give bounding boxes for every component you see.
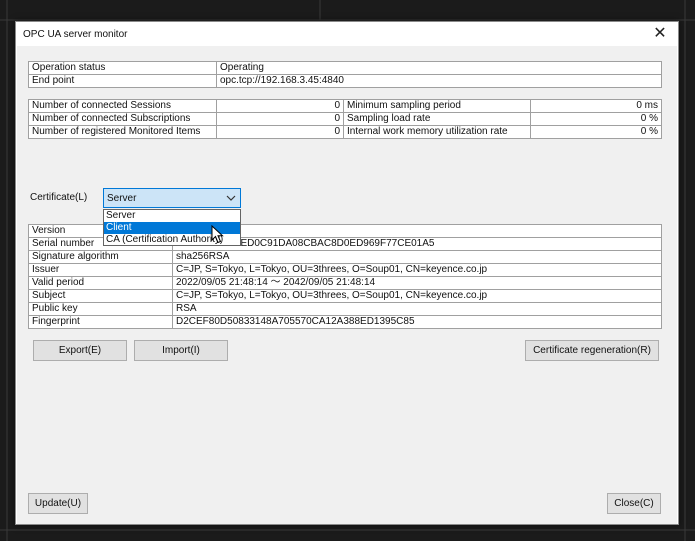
import-button[interactable]: Import(I) bbox=[134, 340, 228, 361]
table-row: Number of registered Monitored Items 0 I… bbox=[28, 125, 662, 139]
opc-ua-server-monitor-dialog: OPC UA server monitor ✕ Operation status… bbox=[15, 21, 679, 525]
close-button[interactable]: Close(C) bbox=[607, 493, 661, 514]
metric-label: Number of registered Monitored Items bbox=[28, 125, 217, 139]
detail-label: Signature algorithm bbox=[28, 250, 173, 264]
metric-value: 0 % bbox=[530, 112, 662, 126]
table-row: Fingerprint D2CEF80D50833148A705570CA12A3… bbox=[28, 315, 662, 329]
detail-label: Valid period bbox=[28, 276, 173, 290]
metric-value: 0 bbox=[216, 99, 344, 113]
table-row: Operation status Operating bbox=[28, 61, 662, 75]
chevron-down-icon[interactable] bbox=[224, 190, 238, 206]
mouse-pointer-icon bbox=[211, 225, 224, 244]
detail-label: Subject bbox=[28, 289, 173, 303]
close-icon[interactable]: ✕ bbox=[648, 24, 672, 44]
empty-panel bbox=[28, 368, 661, 478]
certificate-label: Certificate(L) bbox=[30, 192, 88, 203]
dropdown-option-server[interactable]: Server bbox=[104, 210, 240, 222]
update-button[interactable]: Update(U) bbox=[28, 493, 88, 514]
metrics-table: Number of connected Sessions 0 Minimum s… bbox=[28, 99, 662, 139]
detail-value: 4BEDD0C0C6ED0C91DA08CBAC8D0ED969F77CE01A… bbox=[172, 237, 662, 251]
detail-label: Public key bbox=[28, 302, 173, 316]
detail-value bbox=[172, 224, 662, 238]
table-row: Valid period 2022/09/05 21:48:14 〜 2042/0… bbox=[28, 276, 662, 290]
dialog-title: OPC UA server monitor bbox=[23, 29, 128, 40]
certificate-select[interactable]: Server bbox=[103, 188, 241, 208]
table-row: Number of connected Sessions 0 Minimum s… bbox=[28, 99, 662, 113]
certificate-regeneration-button[interactable]: Certificate regeneration(R) bbox=[525, 340, 659, 361]
metric-label: Minimum sampling period bbox=[343, 99, 531, 113]
status-label: End point bbox=[28, 74, 217, 88]
dialog-body: Operation status Operating End point opc… bbox=[17, 46, 677, 524]
table-row: End point opc.tcp://192.168.3.45:4840 bbox=[28, 74, 662, 88]
title-bar[interactable]: OPC UA server monitor ✕ bbox=[16, 22, 678, 46]
metric-value: 0 % bbox=[530, 125, 662, 139]
status-value: opc.tcp://192.168.3.45:4840 bbox=[216, 74, 662, 88]
table-row: Signature algorithm sha256RSA bbox=[28, 250, 662, 264]
metric-label: Sampling load rate bbox=[343, 112, 531, 126]
detail-label: Issuer bbox=[28, 263, 173, 277]
metric-label: Internal work memory utilization rate bbox=[343, 125, 531, 139]
metric-value: 0 bbox=[216, 112, 344, 126]
detail-value: sha256RSA bbox=[172, 250, 662, 264]
detail-value: D2CEF80D50833148A705570CA12A388ED1395C85 bbox=[172, 315, 662, 329]
table-row: Public key RSA bbox=[28, 302, 662, 316]
table-row: Issuer C=JP, S=Tokyo, L=Tokyo, OU=3threes… bbox=[28, 263, 662, 277]
status-table: Operation status Operating End point opc… bbox=[28, 61, 662, 88]
metric-label: Number of connected Subscriptions bbox=[28, 112, 217, 126]
detail-value: RSA bbox=[172, 302, 662, 316]
metric-label: Number of connected Sessions bbox=[28, 99, 217, 113]
detail-label: Fingerprint bbox=[28, 315, 173, 329]
table-row: Subject C=JP, S=Tokyo, L=Tokyo, OU=3three… bbox=[28, 289, 662, 303]
certificate-selected-value: Server bbox=[107, 193, 137, 204]
table-row: Number of connected Subscriptions 0 Samp… bbox=[28, 112, 662, 126]
detail-value: C=JP, S=Tokyo, L=Tokyo, OU=3threes, O=So… bbox=[172, 263, 662, 277]
detail-value: C=JP, S=Tokyo, L=Tokyo, OU=3threes, O=So… bbox=[172, 289, 662, 303]
status-label: Operation status bbox=[28, 61, 217, 75]
detail-value: 2022/09/05 21:48:14 〜 2042/09/05 21:48:1… bbox=[172, 276, 662, 290]
metric-value: 0 ms bbox=[530, 99, 662, 113]
status-value: Operating bbox=[216, 61, 662, 75]
export-button[interactable]: Export(E) bbox=[33, 340, 127, 361]
metric-value: 0 bbox=[216, 125, 344, 139]
